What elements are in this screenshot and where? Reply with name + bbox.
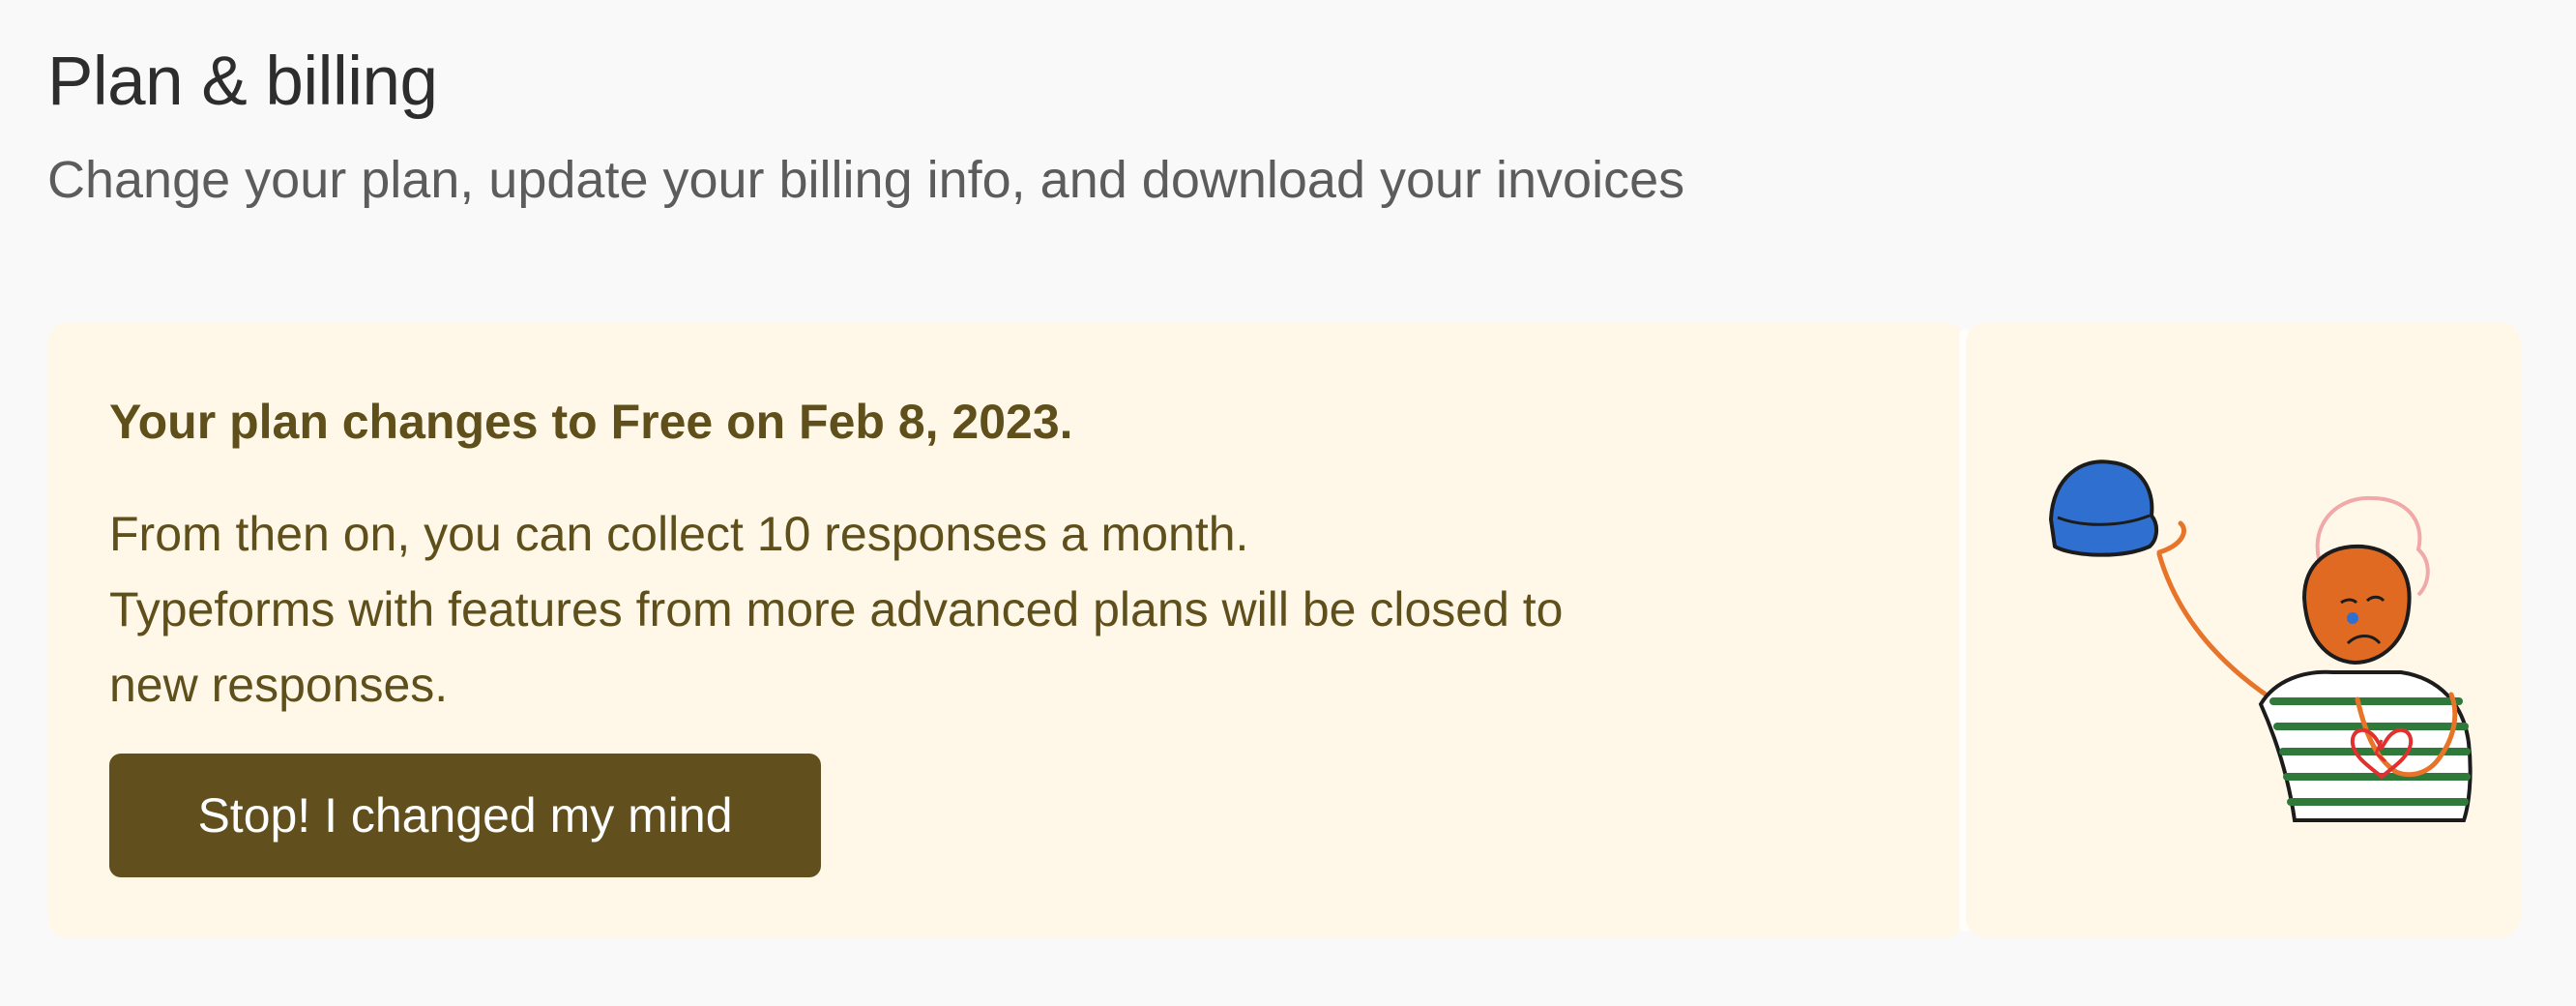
page-title: Plan & billing xyxy=(47,44,438,120)
notice-body: From then on, you can collect 10 respons… xyxy=(109,496,1947,723)
notice-body-line: Typeforms with features from more advanc… xyxy=(109,582,1564,636)
stop-cancel-downgrade-button[interactable]: Stop! I changed my mind xyxy=(109,754,821,877)
notice-heading: Your plan changes to Free on Feb 8, 2023… xyxy=(109,395,1073,449)
notice-body-line: new responses. xyxy=(109,658,449,712)
page-subtitle: Change your plan, update your billing in… xyxy=(47,151,1685,209)
sad-person-waving-hat-illustration xyxy=(2049,459,2473,822)
plan-billing-page: Plan & billing Change your plan, update … xyxy=(0,0,2576,1006)
illustration-card xyxy=(1966,322,2521,938)
plan-change-notice-card: Your plan changes to Free on Feb 8, 2023… xyxy=(47,322,1966,938)
notice-body-line: From then on, you can collect 10 respons… xyxy=(109,507,1249,561)
